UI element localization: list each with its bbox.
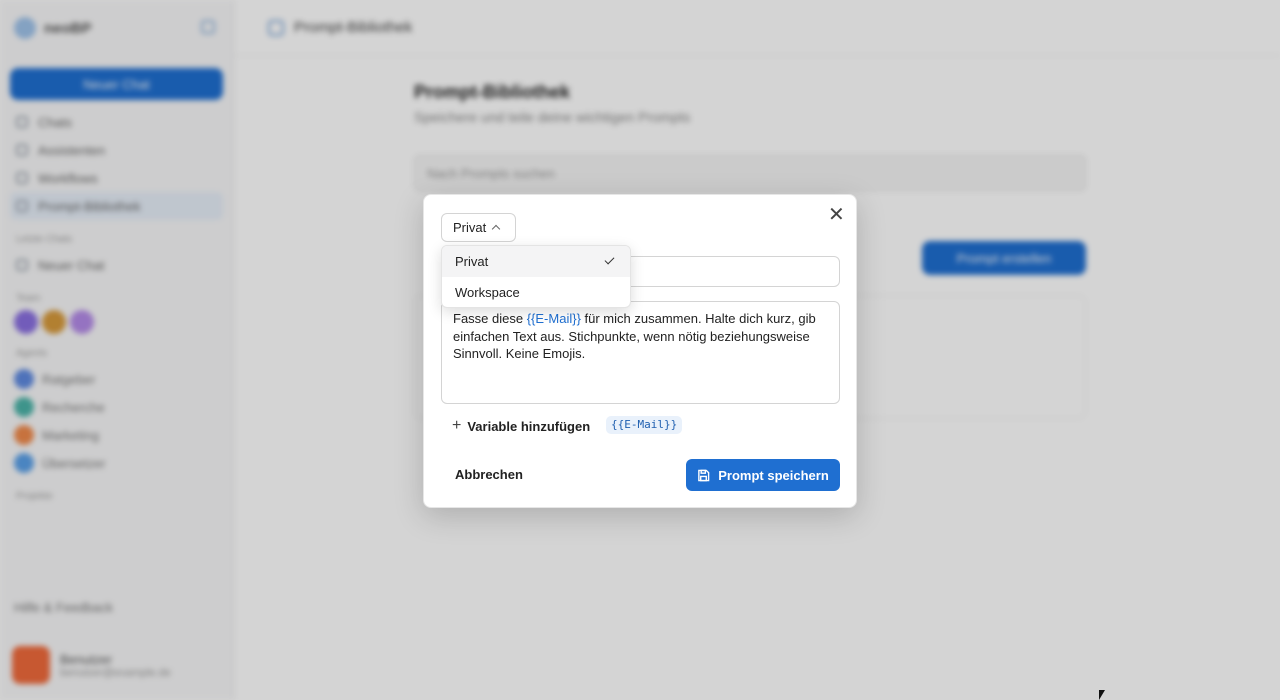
check-icon xyxy=(604,254,615,265)
variable-chip[interactable]: {{E-Mail}} xyxy=(606,416,683,434)
dropdown-option-privat[interactable]: Privat xyxy=(442,246,630,277)
close-icon[interactable]: ✕ xyxy=(828,205,845,225)
save-prompt-button[interactable]: Prompt speichern xyxy=(686,459,840,491)
scope-select[interactable]: Privat xyxy=(441,213,516,242)
prompt-variable-token: {{E-Mail}} xyxy=(526,311,581,326)
scope-dropdown-menu: Privat Workspace xyxy=(441,245,631,308)
save-button-label: Prompt speichern xyxy=(718,467,829,483)
prompt-text: Fasse diese xyxy=(453,311,527,326)
add-variable-label: Variable hinzufügen xyxy=(467,418,591,434)
save-icon xyxy=(698,469,710,481)
scope-select-value: Privat xyxy=(453,220,487,235)
dropdown-option-workspace[interactable]: Workspace xyxy=(442,277,630,307)
chevron-up-icon xyxy=(491,224,501,234)
plus-icon: + xyxy=(452,417,462,434)
option-label: Privat xyxy=(455,254,489,269)
option-label: Workspace xyxy=(455,285,520,300)
mouse-cursor-icon xyxy=(1099,690,1105,700)
prompt-editor-dialog: ✕ Privat Fasse diese {{E-Mail}} für mich… xyxy=(423,194,857,508)
add-variable-button[interactable]: + Variable hinzufügen xyxy=(452,417,590,435)
prompt-text-area[interactable]: Fasse diese {{E-Mail}} für mich zusammen… xyxy=(441,301,840,404)
cancel-button[interactable]: Abbrechen xyxy=(455,467,523,482)
